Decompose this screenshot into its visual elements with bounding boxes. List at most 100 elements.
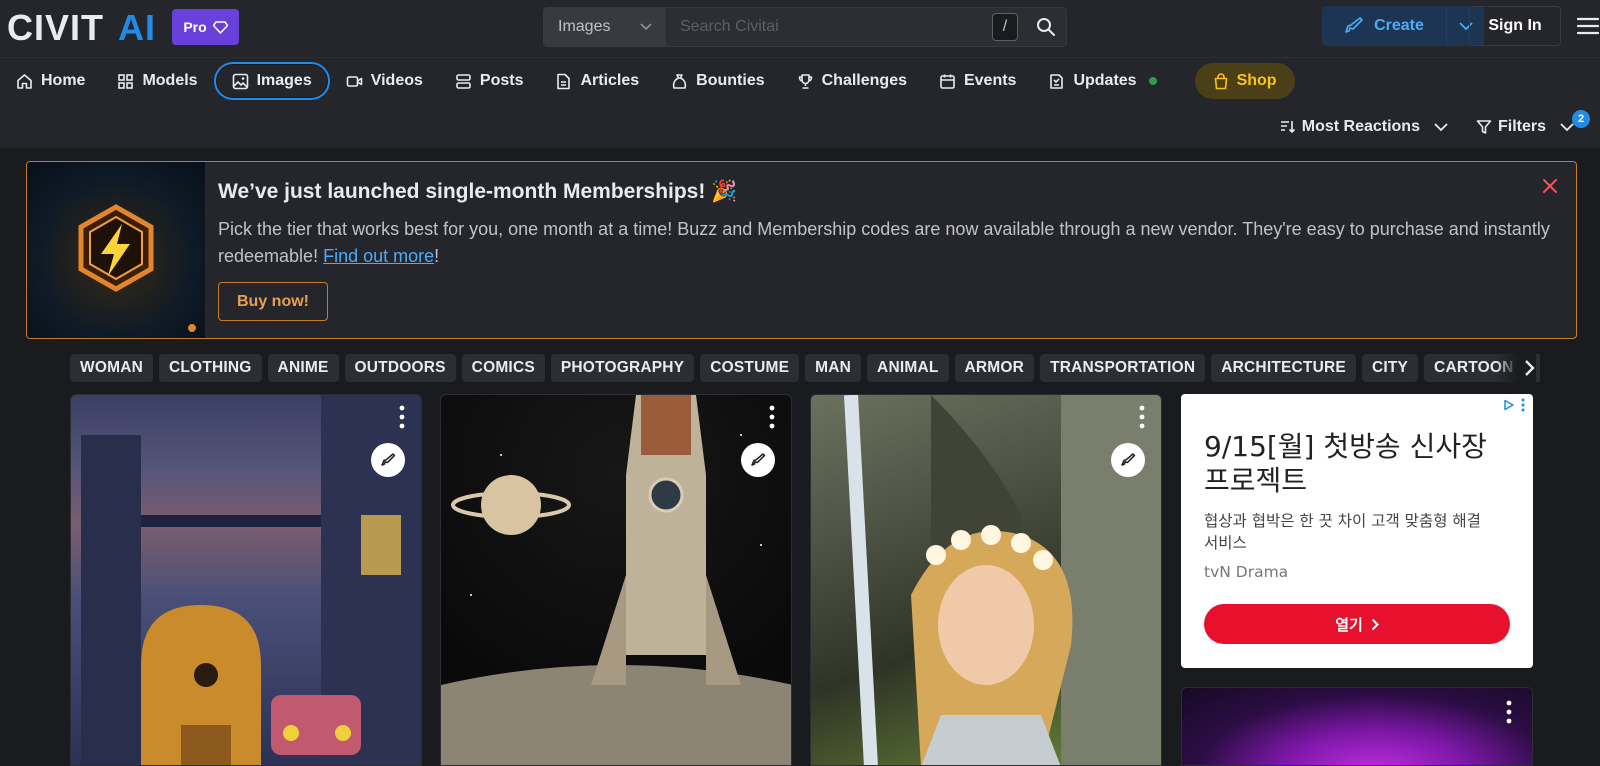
chevron-down-icon [640, 23, 652, 31]
home-icon [17, 73, 32, 89]
search-button[interactable] [1026, 8, 1066, 46]
filters-label: Filters [1497, 118, 1546, 135]
ad-card[interactable]: 9/15[월] 첫방송 신사장프로젝트 협상과 협박은 한 끗 차이 고객 맞춤… [1181, 394, 1533, 668]
tag-chip[interactable]: WOMAN [70, 354, 153, 382]
tag-chip[interactable]: ARCHITECTURE [1211, 354, 1356, 382]
civitai-logo[interactable]: CIVIT AI [7, 9, 159, 45]
pro-button[interactable]: Pro [172, 9, 239, 45]
nav-label: Videos [370, 72, 423, 89]
menu-icon[interactable] [1577, 16, 1599, 36]
search-type-select[interactable]: Images [544, 8, 666, 46]
tag-chip[interactable]: TRANSPORTATION [1040, 354, 1206, 382]
ad-open-button[interactable]: 열기 [1204, 604, 1510, 644]
ad-description: 협상과 협박은 한 끗 차이 고객 맞춤형 해결 서비스 [1204, 512, 1481, 552]
tag-chip[interactable]: COMICS [461, 354, 545, 382]
nav-challenges[interactable]: Challenges [781, 62, 923, 100]
nav-models[interactable]: Models [101, 62, 213, 100]
search-icon [1037, 18, 1055, 36]
moneybag-icon [673, 73, 687, 89]
buy-now-button[interactable]: Buy now! [218, 282, 328, 321]
nav-updates[interactable]: Updates [1032, 62, 1172, 100]
trophy-icon [798, 73, 812, 89]
nav-label: Articles [580, 72, 640, 89]
ad-open-label: 열기 [1335, 615, 1363, 634]
tag-chip[interactable]: ANIMAL [867, 354, 949, 382]
filter-icon [1476, 120, 1492, 134]
nav-images[interactable]: Images [213, 62, 330, 100]
robot-city-image [81, 395, 421, 765]
main-nav: Home Models Images Videos Posts Articles… [0, 58, 1600, 148]
tag-chip[interactable]: OUTDOORS [344, 354, 456, 382]
nav-label: Home [41, 72, 86, 89]
svg-text:AI: AI [118, 9, 156, 45]
banner-image [27, 162, 205, 338]
nav-events[interactable]: Events [923, 62, 1032, 100]
rocket-image [441, 395, 791, 765]
search-input[interactable] [666, 8, 992, 46]
banner-title: We’ve just launched single-month Members… [218, 180, 738, 203]
diamond-icon [212, 20, 228, 34]
banner-text: Pick the tier that works best for you, o… [218, 216, 1558, 270]
nav-label: Images [256, 72, 312, 89]
chevron-right-icon [1525, 360, 1535, 376]
nav-label: Bounties [696, 72, 765, 89]
shopping-bag-icon [1214, 72, 1227, 89]
nav-videos[interactable]: Videos [330, 62, 439, 100]
ad-more-icon [1521, 398, 1525, 412]
tag-chip[interactable]: COSTUME [700, 354, 800, 382]
video-icon [346, 75, 363, 87]
search-type-value: Images [558, 18, 611, 35]
find-out-more-link[interactable]: Find out more [323, 246, 434, 266]
ad-choices[interactable] [1503, 398, 1525, 412]
nav-label: Challenges [821, 72, 907, 89]
filters-dropdown[interactable]: Filters 2 [1476, 110, 1590, 136]
brush-icon [751, 453, 766, 466]
ad-source: tvN Drama [1204, 563, 1289, 581]
chevron-down-icon [1560, 122, 1574, 131]
image-card[interactable] [440, 394, 792, 766]
tag-chip[interactable]: MAN [805, 354, 862, 382]
close-icon[interactable] [1540, 176, 1560, 196]
image-card[interactable] [1181, 687, 1533, 766]
banner-body-end: ! [434, 246, 440, 266]
search-shortcut-key: / [992, 13, 1018, 41]
adchoices-icon [1504, 399, 1514, 411]
pro-label: Pro [183, 19, 207, 35]
image-card[interactable] [810, 394, 1162, 766]
svg-text:CIVIT: CIVIT [7, 9, 104, 45]
more-options-icon[interactable] [769, 405, 775, 429]
nav-label: Posts [479, 72, 524, 89]
tag-chip[interactable]: ARMOR [954, 354, 1035, 382]
calendar-icon [940, 74, 955, 89]
shop-button[interactable]: Shop [1194, 63, 1295, 99]
tags-scroll-right[interactable] [1496, 354, 1536, 382]
nav-label: Models [142, 72, 198, 89]
more-options-icon[interactable] [1506, 700, 1512, 724]
sort-label: Most Reactions [1301, 118, 1420, 135]
remix-button[interactable] [741, 443, 775, 477]
top-header: CIVIT AI Pro Images / Create Sign In [0, 0, 1600, 58]
more-options-icon[interactable] [1139, 405, 1145, 429]
tag-chip[interactable]: CLOTHING [159, 354, 262, 382]
search-bar: Images / [543, 7, 1067, 47]
filters-count-badge: 2 [1572, 110, 1590, 128]
knight-girl-image [844, 395, 1161, 765]
tag-chip[interactable]: ANIME [267, 354, 339, 382]
posts-icon [456, 73, 471, 89]
image-card[interactable] [70, 394, 422, 766]
nav-home[interactable]: Home [0, 62, 101, 100]
tag-chip[interactable]: PHOTOGRAPHY [550, 354, 695, 382]
ad-title: 9/15[월] 첫방송 신사장프로젝트 [1204, 430, 1487, 497]
tag-chip[interactable]: CITY [1361, 354, 1419, 382]
remix-button[interactable] [1111, 443, 1145, 477]
sort-icon [1280, 121, 1295, 134]
remix-button[interactable] [371, 443, 405, 477]
brush-icon [1121, 453, 1136, 466]
create-button[interactable]: Create [1322, 6, 1484, 46]
sort-dropdown[interactable]: Most Reactions [1280, 118, 1448, 136]
nav-articles[interactable]: Articles [539, 62, 655, 100]
sign-in-button[interactable]: Sign In [1469, 6, 1561, 46]
nav-bounties[interactable]: Bounties [655, 62, 780, 100]
nav-posts[interactable]: Posts [439, 62, 540, 100]
more-options-icon[interactable] [399, 405, 405, 429]
